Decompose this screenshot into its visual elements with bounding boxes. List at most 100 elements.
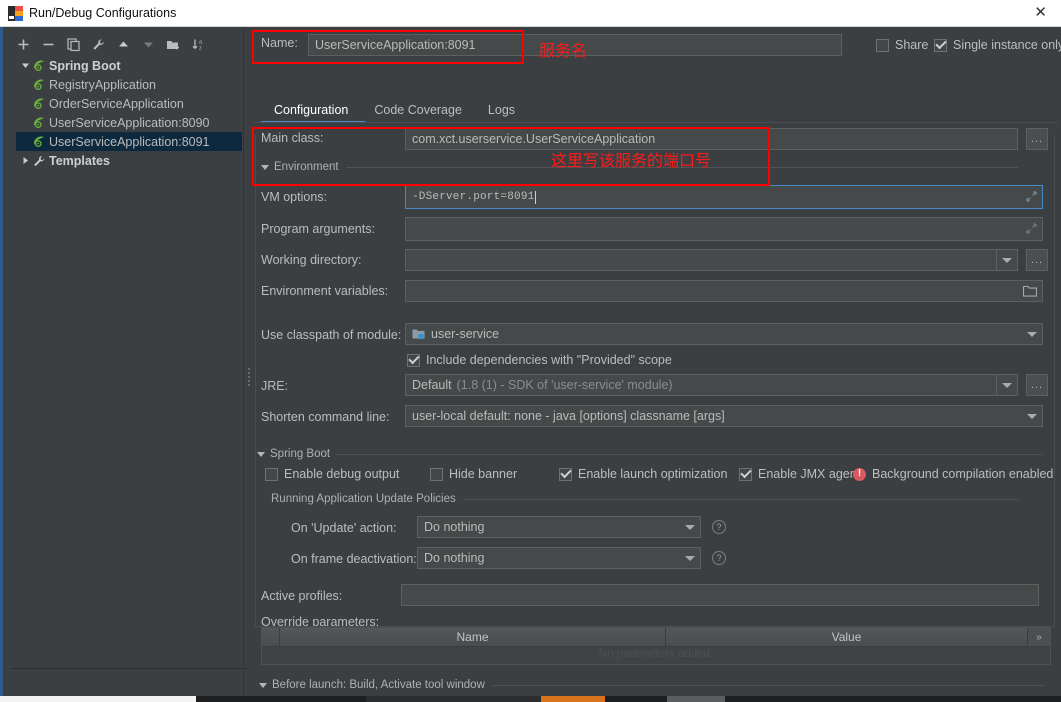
taskbar-item[interactable]: [366, 696, 541, 702]
chevron-down-icon[interactable]: [18, 61, 32, 70]
on-update-dropdown[interactable]: [679, 517, 700, 537]
jre-dropdown[interactable]: [996, 375, 1017, 395]
update-policies-group-label: Running Application Update Policies: [271, 493, 456, 505]
enable-jmx-agent-checkbox[interactable]: [739, 467, 752, 481]
desktop-strip: [0, 696, 196, 702]
working-directory-input[interactable]: [405, 249, 1018, 271]
single-instance-checkbox-row[interactable]: Single instance only: [934, 38, 1061, 52]
arrow-down-icon[interactable]: [141, 37, 156, 52]
editor-tabs[interactable]: Configuration Code Coverage Logs: [261, 97, 528, 123]
share-checkbox-row[interactable]: Share: [876, 38, 928, 52]
spring-boot-icon: [32, 116, 49, 130]
tree-item-userserviceapplication-8090[interactable]: UserServiceApplication:8090: [16, 113, 242, 132]
program-arguments-label: Program arguments:: [261, 222, 375, 236]
taskbar-item[interactable]: [196, 696, 366, 702]
enable-launch-optimization-checkbox[interactable]: [559, 467, 572, 481]
chevron-right-icon[interactable]: [18, 156, 32, 165]
single-instance-checkbox[interactable]: [934, 38, 947, 52]
active-profiles-label: Active profiles:: [261, 589, 343, 603]
tree-item-label: UserServiceApplication:8090: [49, 115, 210, 130]
enable-jmx-agent-label: Enable JMX agent: [758, 467, 861, 481]
group-divider: [491, 684, 1045, 686]
tab-configuration[interactable]: Configuration: [261, 98, 361, 123]
override-parameters-table[interactable]: Name Value » No parameters added.: [261, 627, 1051, 665]
include-dependencies-row[interactable]: Include dependencies with "Provided" sco…: [407, 353, 672, 367]
svg-text:z: z: [199, 45, 202, 51]
close-icon[interactable]: ✕: [1034, 4, 1047, 22]
jre-browse-button[interactable]: ...: [1026, 374, 1048, 396]
tree-item-templates[interactable]: Templates: [16, 151, 242, 170]
shorten-command-dropdown[interactable]: [1021, 406, 1042, 426]
table-header-value[interactable]: Value: [666, 628, 1028, 646]
vm-options-input[interactable]: -DServer.port=8091: [405, 185, 1043, 209]
tab-code-coverage[interactable]: Code Coverage: [361, 98, 475, 123]
taskbar-item[interactable]: [605, 696, 667, 702]
enable-jmx-agent-row[interactable]: Enable JMX agent: [739, 467, 860, 481]
main-class-input[interactable]: com.xct.userservice.UserServiceApplicati…: [405, 128, 1018, 150]
use-classpath-row: Use classpath of module:: [261, 328, 401, 342]
collapse-triangle-icon[interactable]: [261, 164, 269, 170]
panel-separator: [243, 27, 244, 702]
module-icon: [412, 328, 425, 340]
working-directory-dropdown[interactable]: [996, 250, 1017, 270]
include-dependencies-checkbox[interactable]: [407, 353, 420, 367]
tree-item-registryapplication[interactable]: RegistryApplication: [16, 75, 242, 94]
wrench-icon[interactable]: [91, 37, 106, 52]
window-title: Run/Debug Configurations: [29, 6, 177, 20]
vm-options-value: -DServer.port=8091: [412, 191, 535, 203]
taskbar-item[interactable]: [725, 696, 1061, 702]
jre-select[interactable]: Default (1.8 (1) - SDK of 'user-service'…: [405, 374, 1018, 396]
table-header-name[interactable]: Name: [280, 628, 666, 646]
sort-alphabetically-icon[interactable]: az: [191, 37, 206, 52]
jre-value-detail: (1.8 (1) - SDK of 'user-service' module): [456, 378, 673, 392]
table-overflow-button[interactable]: »: [1028, 628, 1050, 646]
tree-item-orderserviceapplication[interactable]: OrderServiceApplication: [16, 94, 242, 113]
configurations-tree[interactable]: Spring Boot RegistryApplication OrderSer…: [16, 56, 242, 168]
on-update-select[interactable]: Do nothing: [417, 516, 701, 538]
hide-banner-label: Hide banner: [449, 467, 518, 481]
new-folder-icon[interactable]: [166, 37, 181, 52]
expand-icon[interactable]: [1026, 191, 1037, 202]
on-update-help-icon[interactable]: ?: [712, 520, 726, 534]
background-compilation-label: Background compilation enabled: [872, 467, 1054, 481]
use-classpath-dropdown[interactable]: [1021, 324, 1042, 344]
on-frame-select[interactable]: Do nothing: [417, 547, 701, 569]
main-class-browse-button[interactable]: ...: [1026, 128, 1048, 150]
collapse-triangle-icon[interactable]: [257, 451, 265, 457]
share-checkbox[interactable]: [876, 38, 889, 52]
include-dependencies-label: Include dependencies with "Provided" sco…: [426, 353, 672, 367]
tree-item-label: Spring Boot: [49, 58, 121, 73]
panel-splitter-handle[interactable]: [246, 364, 251, 390]
update-policies-group-header: Running Application Update Policies: [271, 493, 1019, 505]
use-classpath-select[interactable]: user-service: [405, 323, 1043, 345]
expand-icon[interactable]: [1026, 223, 1037, 234]
name-input[interactable]: UserServiceApplication:8091: [308, 34, 842, 56]
folder-icon[interactable]: [1023, 285, 1037, 297]
intellij-idea-icon: [8, 5, 23, 21]
tree-item-spring-boot[interactable]: Spring Boot: [16, 56, 242, 75]
hide-banner-row[interactable]: Hide banner: [430, 467, 517, 481]
hide-banner-checkbox[interactable]: [430, 467, 443, 481]
shorten-command-select[interactable]: user-local default: none - java [options…: [405, 405, 1043, 427]
collapse-triangle-icon[interactable]: [259, 682, 267, 688]
enable-debug-output-checkbox[interactable]: [265, 467, 278, 481]
working-directory-browse-button[interactable]: ...: [1026, 249, 1048, 271]
group-divider: [462, 498, 1019, 500]
program-arguments-input[interactable]: [405, 217, 1043, 241]
plus-icon[interactable]: [16, 37, 31, 52]
active-profiles-input[interactable]: [401, 584, 1039, 606]
enable-debug-output-row[interactable]: Enable debug output: [265, 467, 399, 481]
tab-logs[interactable]: Logs: [475, 98, 528, 123]
on-frame-dropdown[interactable]: [679, 548, 700, 568]
taskbar-item-active[interactable]: [541, 696, 605, 702]
environment-variables-input[interactable]: [405, 280, 1043, 302]
minus-icon[interactable]: [41, 37, 56, 52]
arrow-up-icon[interactable]: [116, 37, 131, 52]
on-frame-help-icon[interactable]: ?: [712, 551, 726, 565]
enable-launch-optimization-row[interactable]: Enable launch optimization: [559, 467, 727, 481]
jre-value-default: Default: [412, 378, 452, 392]
tree-item-userserviceapplication-8091[interactable]: UserServiceApplication:8091: [16, 132, 242, 151]
group-divider: [345, 166, 1018, 168]
copy-icon[interactable]: [66, 37, 81, 52]
taskbar-item[interactable]: [667, 696, 725, 702]
